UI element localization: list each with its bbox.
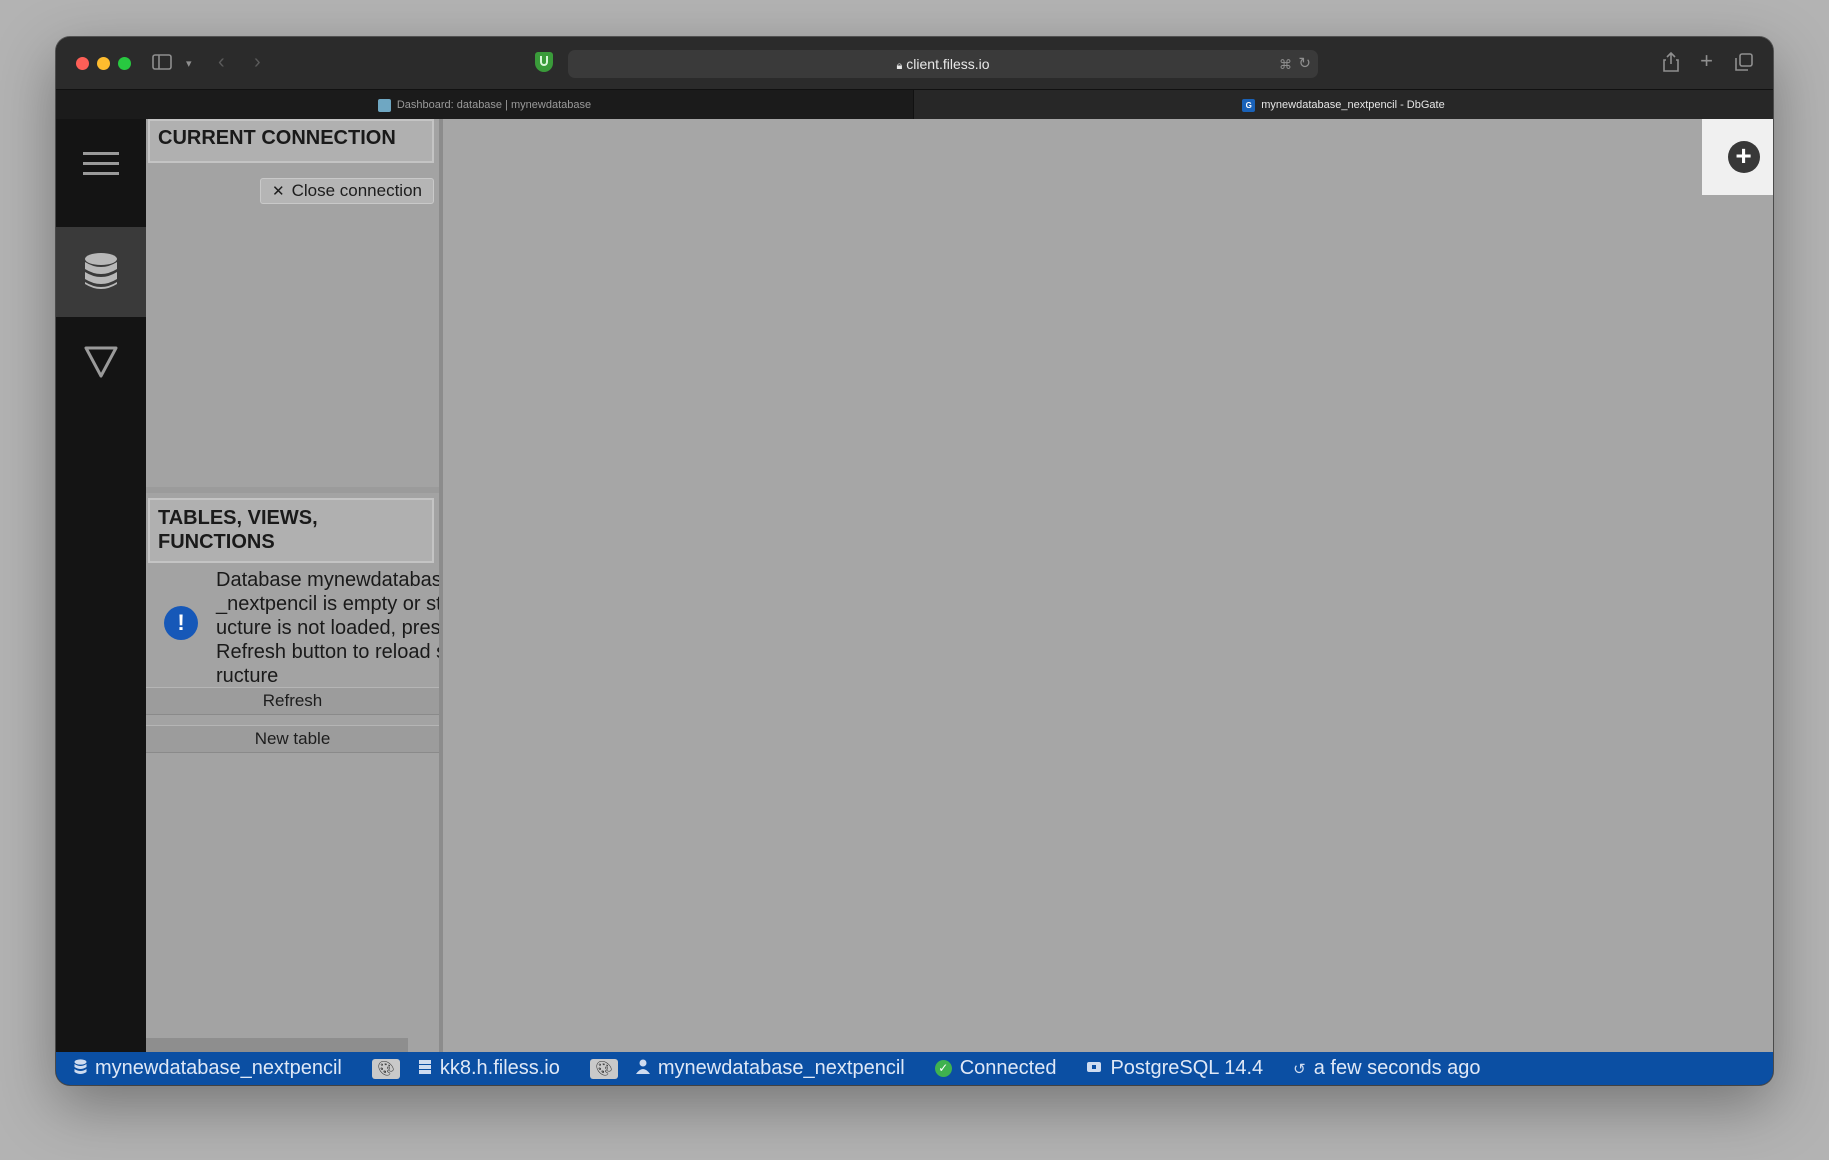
database-widget-button[interactable] — [56, 227, 146, 317]
filter-widget-button[interactable] — [56, 317, 146, 407]
refresh-button[interactable]: Refresh — [146, 687, 439, 715]
close-connection-button[interactable]: ✕ Close connection — [260, 178, 434, 204]
lock-icon: 🔒︎ — [896, 60, 903, 72]
new-table-button[interactable]: New table — [146, 725, 439, 753]
user-icon — [635, 1059, 650, 1078]
shield-extension-icon[interactable] — [535, 52, 553, 72]
palette-icon[interactable]: 🎨︎ — [589, 1058, 618, 1079]
tab-title: Dashboard: database | mynewdatabase — [396, 99, 592, 111]
close-icon: ✕ — [272, 183, 285, 200]
new-tab-icon[interactable]: + — [1700, 50, 1713, 72]
check-circle-icon: ✓ — [934, 1060, 952, 1077]
status-database[interactable]: mynewdatabase_nextpencil — [74, 1057, 342, 1080]
history-icon: ↺ — [1293, 1060, 1306, 1078]
browser-window: ▾ ‹ › 🔒︎ client.filess.io ⌘ ↻ + Dashboard… — [56, 37, 1773, 1085]
tab-overview-icon[interactable] — [1735, 53, 1753, 74]
tab-dashboard[interactable]: Dashboard: database | mynewdatabase — [56, 90, 914, 120]
panel-splitter[interactable] — [146, 487, 439, 493]
status-host-label: kk8.h.filess.io — [439, 1057, 560, 1079]
filter-icon — [84, 346, 118, 378]
status-refreshed-label: a few seconds ago — [1313, 1057, 1481, 1079]
status-database-label: mynewdatabase_nextpencil — [95, 1057, 342, 1079]
status-user[interactable]: mynewdatabase_nextpencil — [635, 1057, 905, 1080]
database-panel: CURRENT CONNECTION ✕ Close connection TA… — [146, 119, 443, 1052]
status-host[interactable]: kk8.h.filess.io — [418, 1057, 560, 1080]
tab-dbgate[interactable]: G mynewdatabase_nextpencil - DbGate — [914, 90, 1773, 120]
status-engine: PostgreSQL 14.4 — [1086, 1057, 1263, 1080]
address-bar[interactable]: 🔒︎ client.filess.io ⌘ ↻ — [568, 50, 1318, 78]
dbgate-favicon-icon: G — [1242, 98, 1256, 112]
minimize-window-button[interactable] — [97, 57, 110, 70]
translate-icon[interactable]: ⌘ — [1279, 56, 1292, 74]
new-tab-button[interactable]: + — [1702, 119, 1773, 195]
close-connection-label: Close connection — [291, 181, 422, 200]
plus-icon: + — [1727, 141, 1760, 173]
hamburger-icon — [83, 152, 119, 175]
back-icon[interactable]: ‹ — [218, 52, 225, 72]
reload-icon[interactable]: ↻ — [1298, 55, 1311, 73]
browser-toolbar: ▾ ‹ › 🔒︎ client.filess.io ⌘ ↻ + — [56, 37, 1773, 89]
status-bar: mynewdatabase_nextpencil 🎨︎ kk8.h.filess… — [56, 1052, 1773, 1085]
palette-icon[interactable]: 🎨︎ — [371, 1058, 400, 1079]
engine-icon — [1086, 1060, 1102, 1078]
empty-message-text: Database mynewdatabase_nextpencil is emp… — [216, 569, 439, 684]
share-icon[interactable] — [1663, 51, 1679, 75]
tables-views-functions-header: TABLES, VIEWS, FUNCTIONS — [148, 498, 434, 563]
status-engine-label: PostgreSQL 14.4 — [1110, 1057, 1264, 1079]
empty-database-message: ! Database mynewdatabase_nextpencil is e… — [146, 566, 439, 684]
widget-bar — [56, 119, 146, 1052]
chevron-down-icon[interactable]: ▾ — [186, 55, 192, 73]
status-user-label: mynewdatabase_nextpencil — [657, 1057, 905, 1079]
zoom-window-button[interactable] — [118, 57, 131, 70]
horizontal-scrollbar[interactable] — [146, 1038, 408, 1052]
main-menu-button[interactable] — [56, 119, 146, 209]
forward-icon[interactable]: › — [254, 52, 261, 72]
database-icon — [85, 253, 117, 289]
server-icon — [418, 1059, 432, 1079]
dashboard-favicon-icon — [377, 98, 391, 112]
database-icon — [74, 1058, 87, 1079]
tab-strip: Dashboard: database | mynewdatabase G my… — [56, 89, 1773, 120]
url-text: 🔒︎ client.filess.io — [896, 56, 990, 72]
info-icon: ! — [164, 606, 198, 640]
app-content: CURRENT CONNECTION ✕ Close connection TA… — [56, 119, 1773, 1052]
status-refreshed[interactable]: ↺ a few seconds ago — [1293, 1057, 1480, 1080]
tab-title: mynewdatabase_nextpencil - DbGate — [1261, 99, 1445, 111]
status-connection: ✓ Connected — [934, 1057, 1057, 1080]
sidebar-toggle-icon[interactable] — [152, 54, 172, 73]
current-connection-header: CURRENT CONNECTION — [148, 119, 434, 163]
close-window-button[interactable] — [76, 57, 89, 70]
status-connection-label: Connected — [959, 1057, 1057, 1079]
